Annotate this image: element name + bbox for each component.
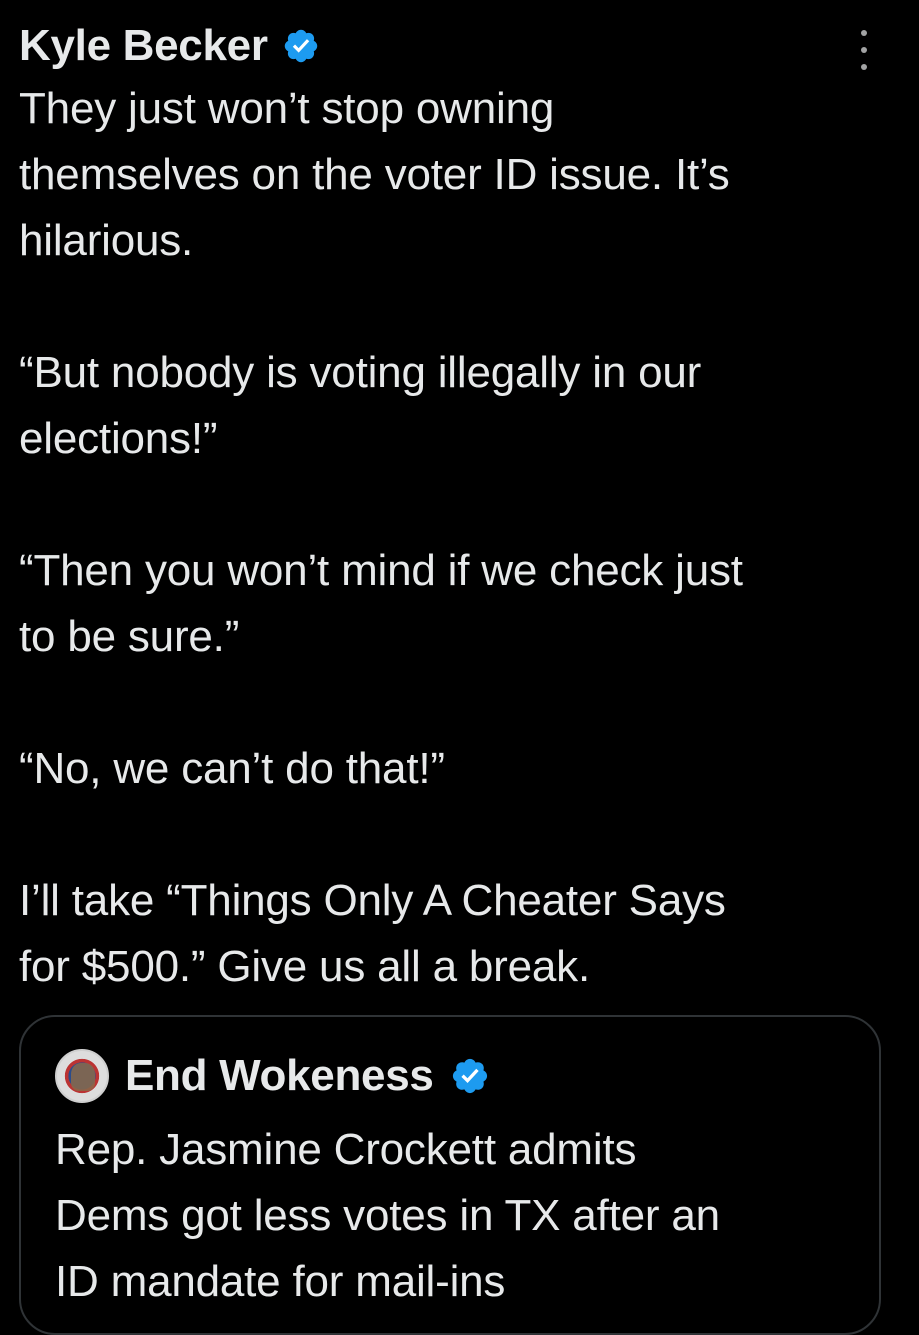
- end-wokeness-avatar[interactable]: [55, 1049, 109, 1103]
- tweet-header: Kyle Becker: [19, 18, 320, 74]
- tweet-text: They just won’t stop owning themselves o…: [19, 84, 743, 991]
- verified-badge-icon: [284, 29, 317, 63]
- more-options-icon[interactable]: [849, 30, 879, 70]
- author-name[interactable]: Kyle Becker: [19, 18, 268, 74]
- tweet: Kyle Becker They just won’t stop owning …: [0, 0, 919, 1335]
- quoted-tweet-text: Rep. Jasmine Crockett admits Dems got le…: [55, 1125, 720, 1306]
- quoted-author-name[interactable]: End Wokeness: [125, 1048, 434, 1104]
- quoted-tweet-card[interactable]: End Wokeness Rep. Jasmine Crockett admit…: [19, 1015, 881, 1335]
- quoted-tweet-header: End Wokeness: [55, 1048, 490, 1104]
- verified-badge-icon: [452, 1058, 487, 1094]
